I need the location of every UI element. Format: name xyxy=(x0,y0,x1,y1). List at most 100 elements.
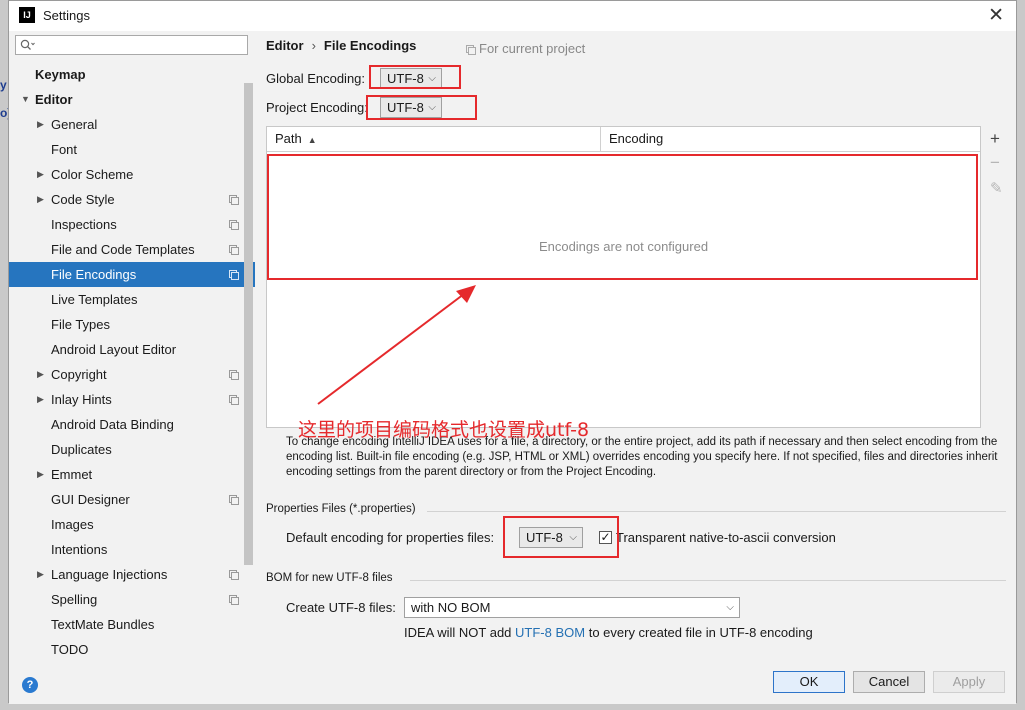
sidebar-item-spelling[interactable]: Spelling xyxy=(9,587,255,612)
table-empty-text: Encodings are not configured xyxy=(538,239,709,254)
sidebar-item-label: Keymap xyxy=(35,67,86,82)
sidebar-item-label: Font xyxy=(51,142,78,157)
sidebar-item-label: Images xyxy=(51,517,94,532)
section-divider xyxy=(427,511,1006,512)
sidebar-scrollbar-thumb[interactable] xyxy=(244,83,253,565)
sidebar-item-android-data-binding[interactable]: Android Data Binding xyxy=(9,412,255,437)
sidebar-item-file-encodings[interactable]: File Encodings xyxy=(9,262,255,287)
sidebar-item-label: File Encodings xyxy=(51,267,137,282)
edit-icon[interactable]: ✎ xyxy=(990,179,1003,197)
project-encoding-label: Project Encoding: xyxy=(266,100,368,115)
native-to-ascii-label[interactable]: Transparent native-to-ascii conversion xyxy=(616,530,836,545)
global-encoding-value: UTF-8 xyxy=(387,71,424,86)
sidebar-item-label: Emmet xyxy=(51,467,93,482)
sidebar-item-editor[interactable]: ▼ Editor xyxy=(9,87,255,112)
encodings-table[interactable]: Path ▲ Encoding Encodings are not configu… xyxy=(266,126,981,428)
sidebar-item-gui-designer[interactable]: GUI Designer xyxy=(9,487,255,512)
sidebar-item-label: Intentions xyxy=(51,542,108,557)
for-current-project-hint: For current project xyxy=(466,41,585,56)
window-title: Settings xyxy=(43,8,90,23)
breadcrumb: Editor › File Encodings xyxy=(266,38,416,53)
project-scope-icon xyxy=(229,270,239,280)
sidebar-item-keymap[interactable]: Keymap xyxy=(9,62,255,87)
sidebar-item-copyright[interactable]: ▶ Copyright xyxy=(9,362,255,387)
title-bar: IJ Settings ✕ xyxy=(9,1,1016,31)
breadcrumb-separator: › xyxy=(311,38,316,53)
sidebar-item-file-and-code-templates[interactable]: File and Code Templates xyxy=(9,237,255,262)
project-scope-icon xyxy=(466,45,476,55)
chevron-right-icon[interactable]: ▶ xyxy=(37,162,44,187)
bom-note-prefix: IDEA will NOT add xyxy=(404,625,516,640)
sidebar-item-label: Duplicates xyxy=(51,442,112,457)
for-current-project-label: For current project xyxy=(479,41,586,56)
table-header: Path ▲ Encoding xyxy=(267,127,980,152)
sidebar-item-inlay-hints[interactable]: ▶ Inlay Hints xyxy=(9,387,255,412)
project-scope-icon xyxy=(229,595,239,605)
sidebar-item-duplicates[interactable]: Duplicates xyxy=(9,437,255,462)
settings-search[interactable] xyxy=(15,35,248,55)
project-encoding-value: UTF-8 xyxy=(387,100,424,115)
sidebar-item-language-injections[interactable]: ▶ Language Injections xyxy=(9,562,255,587)
sort-ascending-icon: ▲ xyxy=(307,135,317,145)
project-scope-icon xyxy=(229,395,239,405)
project-encoding-combo[interactable]: UTF-8 ⌵ xyxy=(380,97,442,118)
chevron-right-icon[interactable]: ▶ xyxy=(37,387,44,412)
global-encoding-combo[interactable]: UTF-8 ⌵ xyxy=(380,68,442,89)
chevron-right-icon[interactable]: ▶ xyxy=(37,187,44,212)
column-header-encoding[interactable]: Encoding xyxy=(609,127,663,151)
add-icon[interactable]: + xyxy=(990,129,1000,149)
global-encoding-label: Global Encoding: xyxy=(266,71,366,86)
chevron-down-icon: ⌵ xyxy=(569,532,577,543)
ok-button[interactable]: OK xyxy=(773,671,845,693)
sidebar-item-label: Live Templates xyxy=(51,292,138,307)
chevron-right-icon[interactable]: ▶ xyxy=(37,462,44,487)
sidebar-item-label: Copyright xyxy=(51,367,107,382)
utf8-bom-link[interactable]: UTF-8 BOM xyxy=(515,625,585,640)
sidebar-item-color-scheme[interactable]: ▶ Color Scheme xyxy=(9,162,255,187)
sidebar-item-label: Android Data Binding xyxy=(51,417,174,432)
sidebar-item-label: Language Injections xyxy=(51,567,168,582)
chevron-right-icon[interactable]: ▶ xyxy=(37,562,44,587)
breadcrumb-parent[interactable]: Editor xyxy=(266,38,304,53)
sidebar-item-label: TODO xyxy=(51,642,89,657)
sidebar-item-label: Android Layout Editor xyxy=(51,342,177,357)
help-icon[interactable]: ? xyxy=(22,677,38,693)
sidebar-item-file-types[interactable]: File Types xyxy=(9,312,255,337)
sidebar-item-font[interactable]: Font xyxy=(9,137,255,162)
native-to-ascii-checkbox[interactable]: ✓ xyxy=(599,531,612,544)
project-scope-icon xyxy=(229,195,239,205)
bom-option-combo[interactable]: with NO BOM ⌵ xyxy=(404,597,740,618)
properties-section-title: Properties Files (*.properties) xyxy=(266,503,416,515)
sidebar-item-emmet[interactable]: ▶ Emmet xyxy=(9,462,255,487)
apply-button[interactable]: Apply xyxy=(933,671,1005,693)
dialog-footer: ? OK Cancel Apply xyxy=(9,662,1016,704)
sidebar-item-textmate-bundles[interactable]: TextMate Bundles xyxy=(9,612,255,637)
sidebar-item-inspections[interactable]: Inspections xyxy=(9,212,255,237)
section-divider xyxy=(410,580,1006,581)
sidebar-item-label: Color Scheme xyxy=(51,167,134,182)
chevron-right-icon[interactable]: ▶ xyxy=(37,112,44,137)
create-utf8-files-label: Create UTF-8 files: xyxy=(286,600,396,615)
properties-encoding-combo[interactable]: UTF-8 ⌵ xyxy=(519,527,583,548)
sidebar-item-images[interactable]: Images xyxy=(9,512,255,537)
remove-icon[interactable]: − xyxy=(990,153,1000,173)
search-input[interactable] xyxy=(38,37,238,53)
sidebar-item-live-templates[interactable]: Live Templates xyxy=(9,287,255,312)
sidebar-item-label: Code Style xyxy=(51,192,115,207)
chevron-down-icon: ⌵ xyxy=(428,102,436,113)
column-divider[interactable] xyxy=(600,127,601,151)
sidebar-item-general[interactable]: ▶ General xyxy=(9,112,255,137)
chevron-down-icon[interactable]: ▼ xyxy=(21,87,30,112)
settings-window: IJ Settings ✕ Keymap ▼ Editor ▶ General Font ▶… xyxy=(8,0,1017,704)
sidebar-item-android-layout-editor[interactable]: Android Layout Editor xyxy=(9,337,255,362)
sidebar-item-intentions[interactable]: Intentions xyxy=(9,537,255,562)
column-header-path[interactable]: Path ▲ xyxy=(275,127,317,151)
sidebar-item-todo[interactable]: TODO xyxy=(9,637,255,662)
close-icon[interactable]: ✕ xyxy=(988,4,1004,27)
cancel-button[interactable]: Cancel xyxy=(853,671,925,693)
sidebar-item-code-style[interactable]: ▶ Code Style xyxy=(9,187,255,212)
sidebar-scrollbar[interactable] xyxy=(244,83,253,565)
chevron-right-icon[interactable]: ▶ xyxy=(37,362,44,387)
sidebar-item-label: File and Code Templates xyxy=(51,242,195,257)
project-scope-icon xyxy=(229,245,239,255)
